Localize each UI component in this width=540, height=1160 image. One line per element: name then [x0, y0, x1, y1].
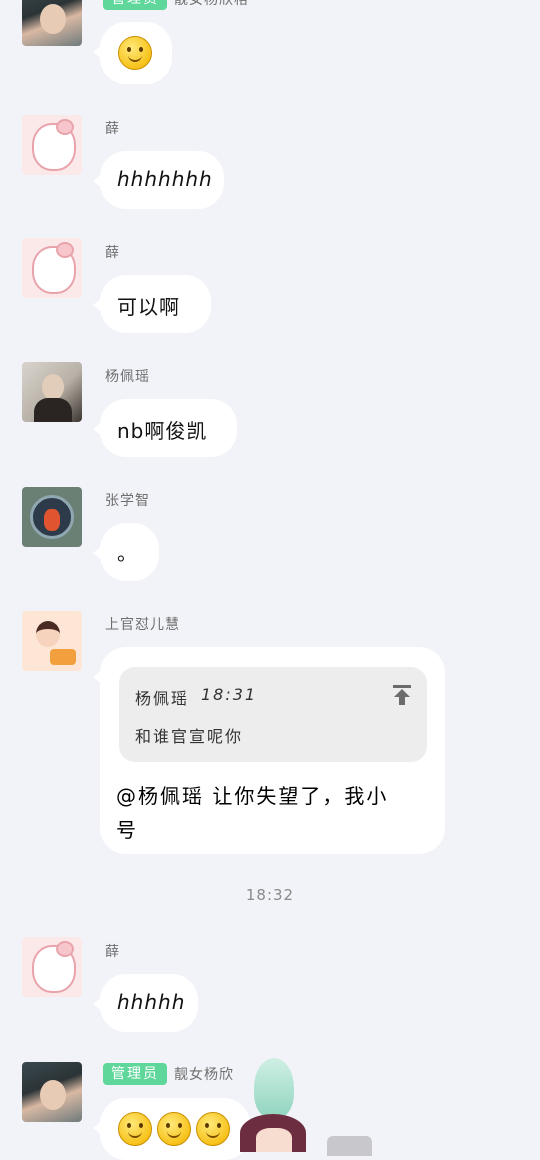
- avatar-body: [34, 398, 72, 422]
- avatar-face: [40, 1080, 66, 1110]
- message-text: nb啊俊凯: [117, 419, 208, 443]
- sender-name: 靓女杨欣格: [174, 0, 249, 8]
- sender-name: 靓女杨欣: [174, 1067, 234, 1083]
- avatar-zhang-xuezhi[interactable]: [22, 487, 82, 547]
- sender-name: 薛: [105, 245, 120, 261]
- hamster-ear: [56, 242, 74, 258]
- quoted-message[interactable]: 杨佩瑶 18:31 和谁官宣呢你: [119, 667, 427, 762]
- quote-text: 和谁官宣呢你: [135, 727, 244, 746]
- avatar-xue[interactable]: [22, 115, 82, 175]
- message-bubble[interactable]: nb啊俊凯: [93, 399, 237, 457]
- bubble-tail: [93, 173, 103, 189]
- smile-emoji-icon: [196, 1112, 230, 1146]
- message-text: hhhhhhh: [117, 167, 213, 191]
- smile-emoji-icon: [157, 1112, 191, 1146]
- arrow-up-to-top-icon[interactable]: [391, 684, 413, 706]
- pendant-leaf: [254, 1058, 294, 1118]
- message-text: hhhhh: [117, 990, 186, 1014]
- message-text: 可以啊: [117, 295, 180, 319]
- avatar-shangguan[interactable]: [22, 611, 82, 671]
- sender-name: 杨佩瑶: [105, 369, 150, 385]
- hamster-ear: [56, 941, 74, 957]
- avatar-face: [36, 621, 60, 647]
- message-text-line2: 号: [116, 818, 137, 842]
- avatar-xue[interactable]: [22, 937, 82, 997]
- avatar-xue[interactable]: [22, 238, 82, 298]
- bubble-tail: [93, 545, 103, 561]
- message-bubble[interactable]: hhhhh: [93, 974, 198, 1032]
- sender-name: 薛: [105, 944, 120, 960]
- message-text-line1: @杨佩瑶 让你失望了，我小: [116, 784, 389, 808]
- hamster-ear: [56, 119, 74, 135]
- bubble-tail: [93, 996, 103, 1012]
- message-text: 。: [117, 541, 138, 565]
- avatar-admin[interactable]: [22, 1062, 82, 1122]
- bubble-tail: [93, 44, 103, 60]
- smile-emoji-icon: [118, 36, 152, 70]
- bubble-tail: [93, 1120, 103, 1136]
- avatar-cake: [50, 649, 76, 665]
- avatar-admin-top[interactable]: [22, 0, 82, 46]
- bubble-tail: [93, 421, 103, 437]
- sender-name: 薛: [105, 121, 120, 137]
- avatar-face: [42, 374, 64, 400]
- message-bubble[interactable]: 可以啊: [93, 275, 211, 333]
- smile-emoji-icon: [118, 1112, 152, 1146]
- bubble-tail: [93, 297, 103, 313]
- message-bubble[interactable]: [93, 1098, 250, 1160]
- avatar-crab: [44, 509, 60, 531]
- sender-name: 上官怼儿慧: [105, 617, 180, 633]
- message-bubble[interactable]: [93, 22, 172, 84]
- time-divider: 18:32: [245, 886, 295, 904]
- quote-time: 18:31: [201, 685, 258, 704]
- avatar-yang-peiyao[interactable]: [22, 362, 82, 422]
- floating-pendant-decoration[interactable]: [232, 1058, 312, 1152]
- bubble-tail: [93, 669, 103, 685]
- scroll-to-bottom-button[interactable]: [327, 1136, 372, 1156]
- admin-badge: 管理员: [103, 0, 167, 10]
- admin-badge: 管理员: [103, 1063, 167, 1085]
- message-bubble[interactable]: hhhhhhh: [93, 151, 224, 209]
- sender-name: 张学智: [105, 493, 150, 509]
- pendant-character-face: [256, 1128, 292, 1152]
- message-bubble[interactable]: 。: [93, 523, 159, 581]
- quote-author: 杨佩瑶: [135, 689, 190, 708]
- avatar-face: [40, 4, 66, 34]
